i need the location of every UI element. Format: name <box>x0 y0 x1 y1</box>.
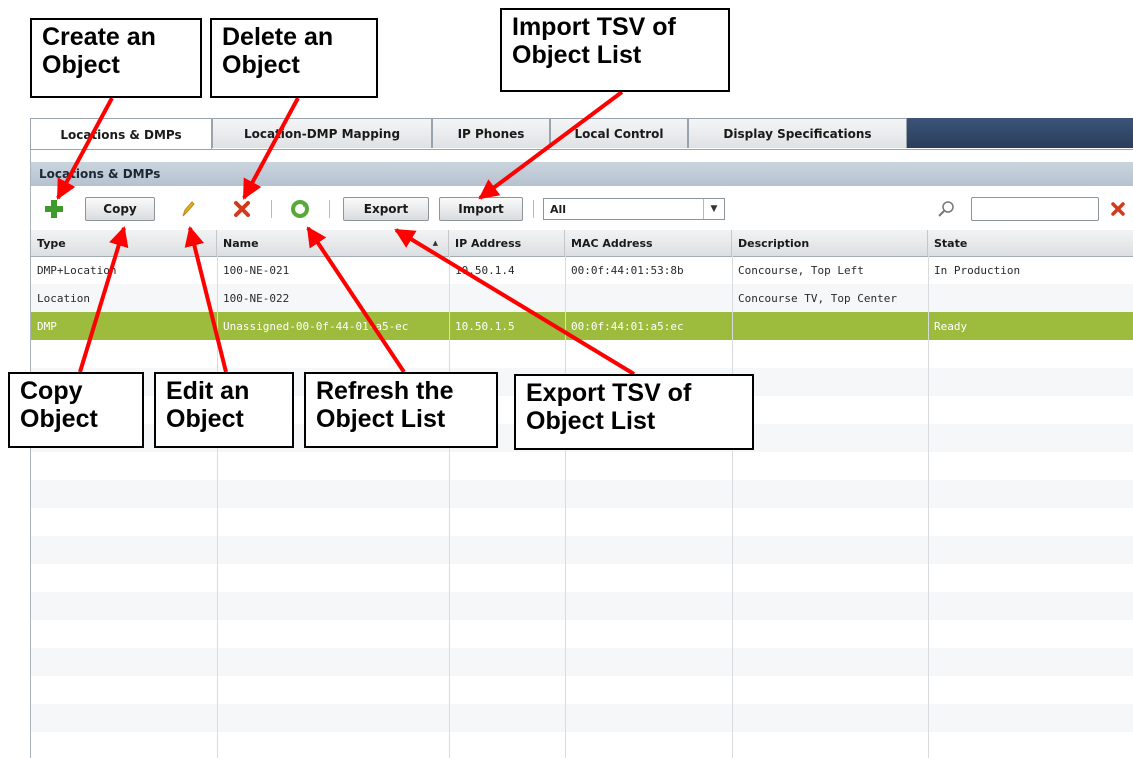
cell-ip-address: 10.50.1.4 <box>455 263 515 277</box>
chevron-down-icon[interactable]: ▼ <box>703 199 724 219</box>
export-button[interactable]: Export <box>343 197 429 221</box>
tab-bar-fill <box>907 118 1133 148</box>
callout-line: Export TSV of <box>526 379 692 407</box>
empty-row <box>31 648 1133 676</box>
locations-panel: Locations & DMPs Copy Export Import All … <box>30 150 1133 758</box>
callout-line: Import TSV of <box>512 13 676 41</box>
tab-location-dmp-mapping[interactable]: Location-DMP Mapping <box>212 118 432 148</box>
empty-row <box>31 480 1133 508</box>
column-divider <box>449 256 450 758</box>
column-header-ip-address[interactable]: IP Address <box>449 230 565 256</box>
callout-refresh-list: Refresh the Object List <box>304 372 498 448</box>
tab-locations-dmps[interactable]: Locations & DMPs <box>30 118 212 150</box>
cell-ip-address <box>449 284 565 312</box>
tab-ip-phones[interactable]: IP Phones <box>432 118 550 148</box>
toolbar-separator <box>329 200 330 218</box>
empty-row <box>31 704 1133 732</box>
copy-button[interactable]: Copy <box>85 197 155 221</box>
cell-name: Unassigned-00-0f-44-01-a5-ec <box>223 319 409 333</box>
callout-line: Object List <box>512 41 642 69</box>
callout-line: Create an <box>42 23 156 51</box>
empty-row <box>31 592 1133 620</box>
column-header-name[interactable]: Name ▲ <box>217 230 449 256</box>
search-input[interactable] <box>971 197 1099 221</box>
import-button[interactable]: Import <box>439 197 523 221</box>
pencil-icon[interactable] <box>177 198 199 220</box>
cell-type: DMP+Location <box>37 263 117 277</box>
cell-mac-address: 00:0f:44:01:53:8b <box>571 263 684 277</box>
callout-line: Object List <box>526 407 656 435</box>
clear-x-icon[interactable] <box>1107 198 1129 220</box>
sort-ascending-icon: ▲ <box>432 239 438 247</box>
cell-description <box>732 312 928 340</box>
callout-line: Copy <box>20 377 83 405</box>
callout-edit-object: Edit an Object <box>154 372 294 448</box>
callout-copy-object: Copy Object <box>8 372 144 448</box>
callout-line: Edit an <box>166 377 250 405</box>
table-row[interactable]: DMP+Location 100-NE-021 10.50.1.4 00:0f:… <box>31 256 1133 284</box>
cell-description: Concourse TV, Top Center <box>738 291 897 305</box>
column-divider <box>732 256 733 758</box>
column-header-state[interactable]: State <box>928 230 1133 256</box>
column-header-description[interactable]: Description <box>732 230 928 256</box>
cell-type: Location <box>37 291 90 305</box>
filter-value: All <box>550 203 567 216</box>
cell-state: In Production <box>934 263 1021 277</box>
callout-delete-object: Delete an Object <box>210 18 378 98</box>
plus-icon[interactable] <box>43 198 65 220</box>
refresh-icon[interactable] <box>289 198 311 220</box>
callout-line: Delete an <box>222 23 334 51</box>
column-divider <box>217 256 218 758</box>
cell-type: DMP <box>37 319 57 333</box>
cell-name: 100-NE-022 <box>223 291 290 305</box>
callout-export-tsv: Export TSV of Object List <box>514 374 754 450</box>
column-divider <box>928 256 929 758</box>
column-divider <box>565 256 566 758</box>
cell-mac-address <box>565 284 732 312</box>
cell-state <box>928 284 1133 312</box>
table-row[interactable]: Location 100-NE-022 Concourse TV, Top Ce… <box>31 284 1133 312</box>
cell-name: 100-NE-021 <box>223 263 290 277</box>
toolbar: Copy Export Import All ▼ <box>31 194 1133 224</box>
cell-mac-address: 00:0f:44:01:a5:ec <box>571 319 684 333</box>
callout-line: Object <box>222 51 300 79</box>
filter-select[interactable]: All ▼ <box>543 198 725 220</box>
cell-state: Ready <box>934 319 968 333</box>
toolbar-separator <box>533 200 534 218</box>
callout-line: Refresh the <box>316 377 454 405</box>
delete-x-icon[interactable] <box>231 198 253 220</box>
callout-line: Object List <box>316 405 446 433</box>
callout-line: Object <box>166 405 244 433</box>
magnifier-icon <box>935 198 957 220</box>
table-row-selected[interactable]: DMP Unassigned-00-0f-44-01-a5-ec 10.50.1… <box>31 312 1133 340</box>
callout-create-object: Create an Object <box>30 18 202 98</box>
tab-bar: Locations & DMPs Location-DMP Mapping IP… <box>30 118 1133 150</box>
cell-description: Concourse, Top Left <box>738 263 864 277</box>
object-table: Type Name ▲ IP Address MAC Address Descr… <box>31 230 1133 758</box>
column-header-type[interactable]: Type <box>31 230 217 256</box>
column-header-mac-address[interactable]: MAC Address <box>565 230 732 256</box>
table-header: Type Name ▲ IP Address MAC Address Descr… <box>31 230 1133 257</box>
cell-ip-address: 10.50.1.5 <box>455 319 515 333</box>
toolbar-separator <box>271 200 272 218</box>
callout-line: Object <box>20 405 98 433</box>
callout-line: Object <box>42 51 120 79</box>
column-header-name-label: Name <box>223 236 259 250</box>
section-title: Locations & DMPs <box>31 162 1133 186</box>
empty-row <box>31 536 1133 564</box>
callout-import-tsv: Import TSV of Object List <box>500 8 730 92</box>
tab-display-specifications[interactable]: Display Specifications <box>688 118 907 148</box>
tab-local-control[interactable]: Local Control <box>550 118 688 148</box>
